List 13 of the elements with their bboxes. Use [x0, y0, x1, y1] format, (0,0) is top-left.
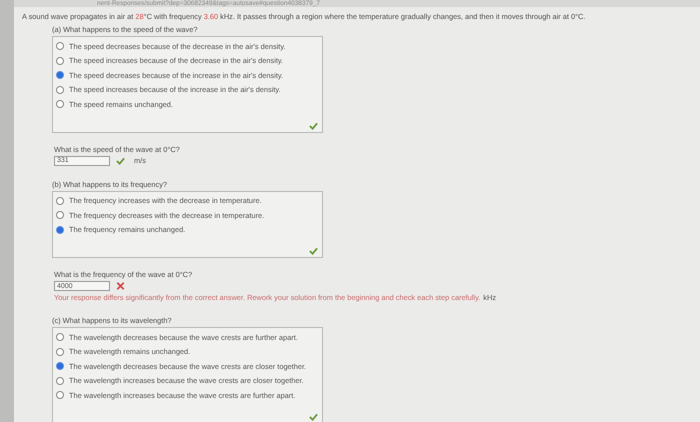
radio-button[interactable]: [56, 362, 64, 370]
radio-button[interactable]: [56, 196, 64, 205]
radio-button[interactable]: [56, 226, 64, 234]
radio-button[interactable]: [56, 391, 64, 400]
radio-button[interactable]: [56, 333, 64, 342]
radio-button[interactable]: [56, 211, 64, 220]
radio-button[interactable]: [56, 42, 64, 50]
radio-button[interactable]: [56, 348, 64, 356]
radio-button[interactable]: [56, 71, 64, 80]
radio-button[interactable]: [56, 86, 64, 94]
radio-button[interactable]: [56, 56, 64, 65]
radio-button[interactable]: [56, 376, 64, 385]
radio-button[interactable]: [56, 100, 64, 108]
